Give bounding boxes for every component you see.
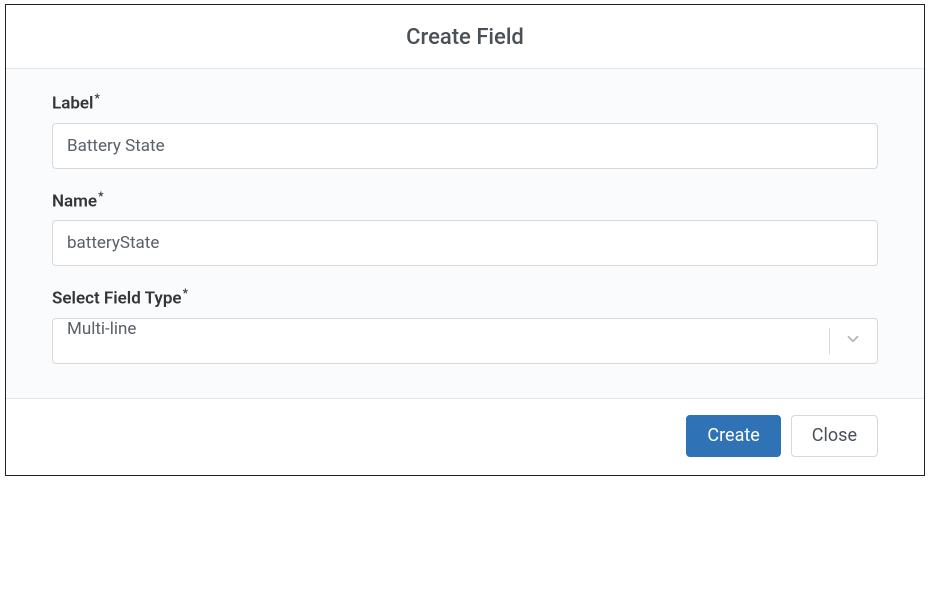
form-group-label: Label*	[52, 91, 878, 169]
create-button[interactable]: Create	[686, 415, 780, 457]
label-field-label: Label*	[52, 91, 878, 114]
modal-header: Create Field	[6, 5, 924, 69]
label-input[interactable]	[52, 123, 878, 169]
type-field-label-text: Select Field Type	[52, 289, 182, 309]
label-field-label-text: Label	[52, 94, 93, 114]
type-select-wrap: Multi-line	[52, 318, 878, 364]
close-button[interactable]: Close	[791, 415, 878, 457]
create-field-modal: Create Field Label* Name* Select Field T…	[5, 4, 925, 476]
type-field-label: Select Field Type*	[52, 286, 878, 309]
form-group-name: Name*	[52, 189, 878, 267]
name-field-label-text: Name	[52, 191, 97, 211]
required-asterisk: *	[94, 91, 99, 105]
name-input[interactable]	[52, 220, 878, 266]
modal-title: Create Field	[6, 25, 924, 50]
name-field-label: Name*	[52, 189, 878, 212]
required-asterisk: *	[183, 286, 188, 300]
modal-body: Label* Name* Select Field Type* Multi-li…	[6, 69, 924, 399]
form-group-type: Select Field Type* Multi-line	[52, 286, 878, 364]
modal-footer: Create Close	[6, 399, 924, 475]
required-asterisk: *	[98, 189, 103, 203]
type-select[interactable]: Multi-line	[52, 318, 878, 364]
